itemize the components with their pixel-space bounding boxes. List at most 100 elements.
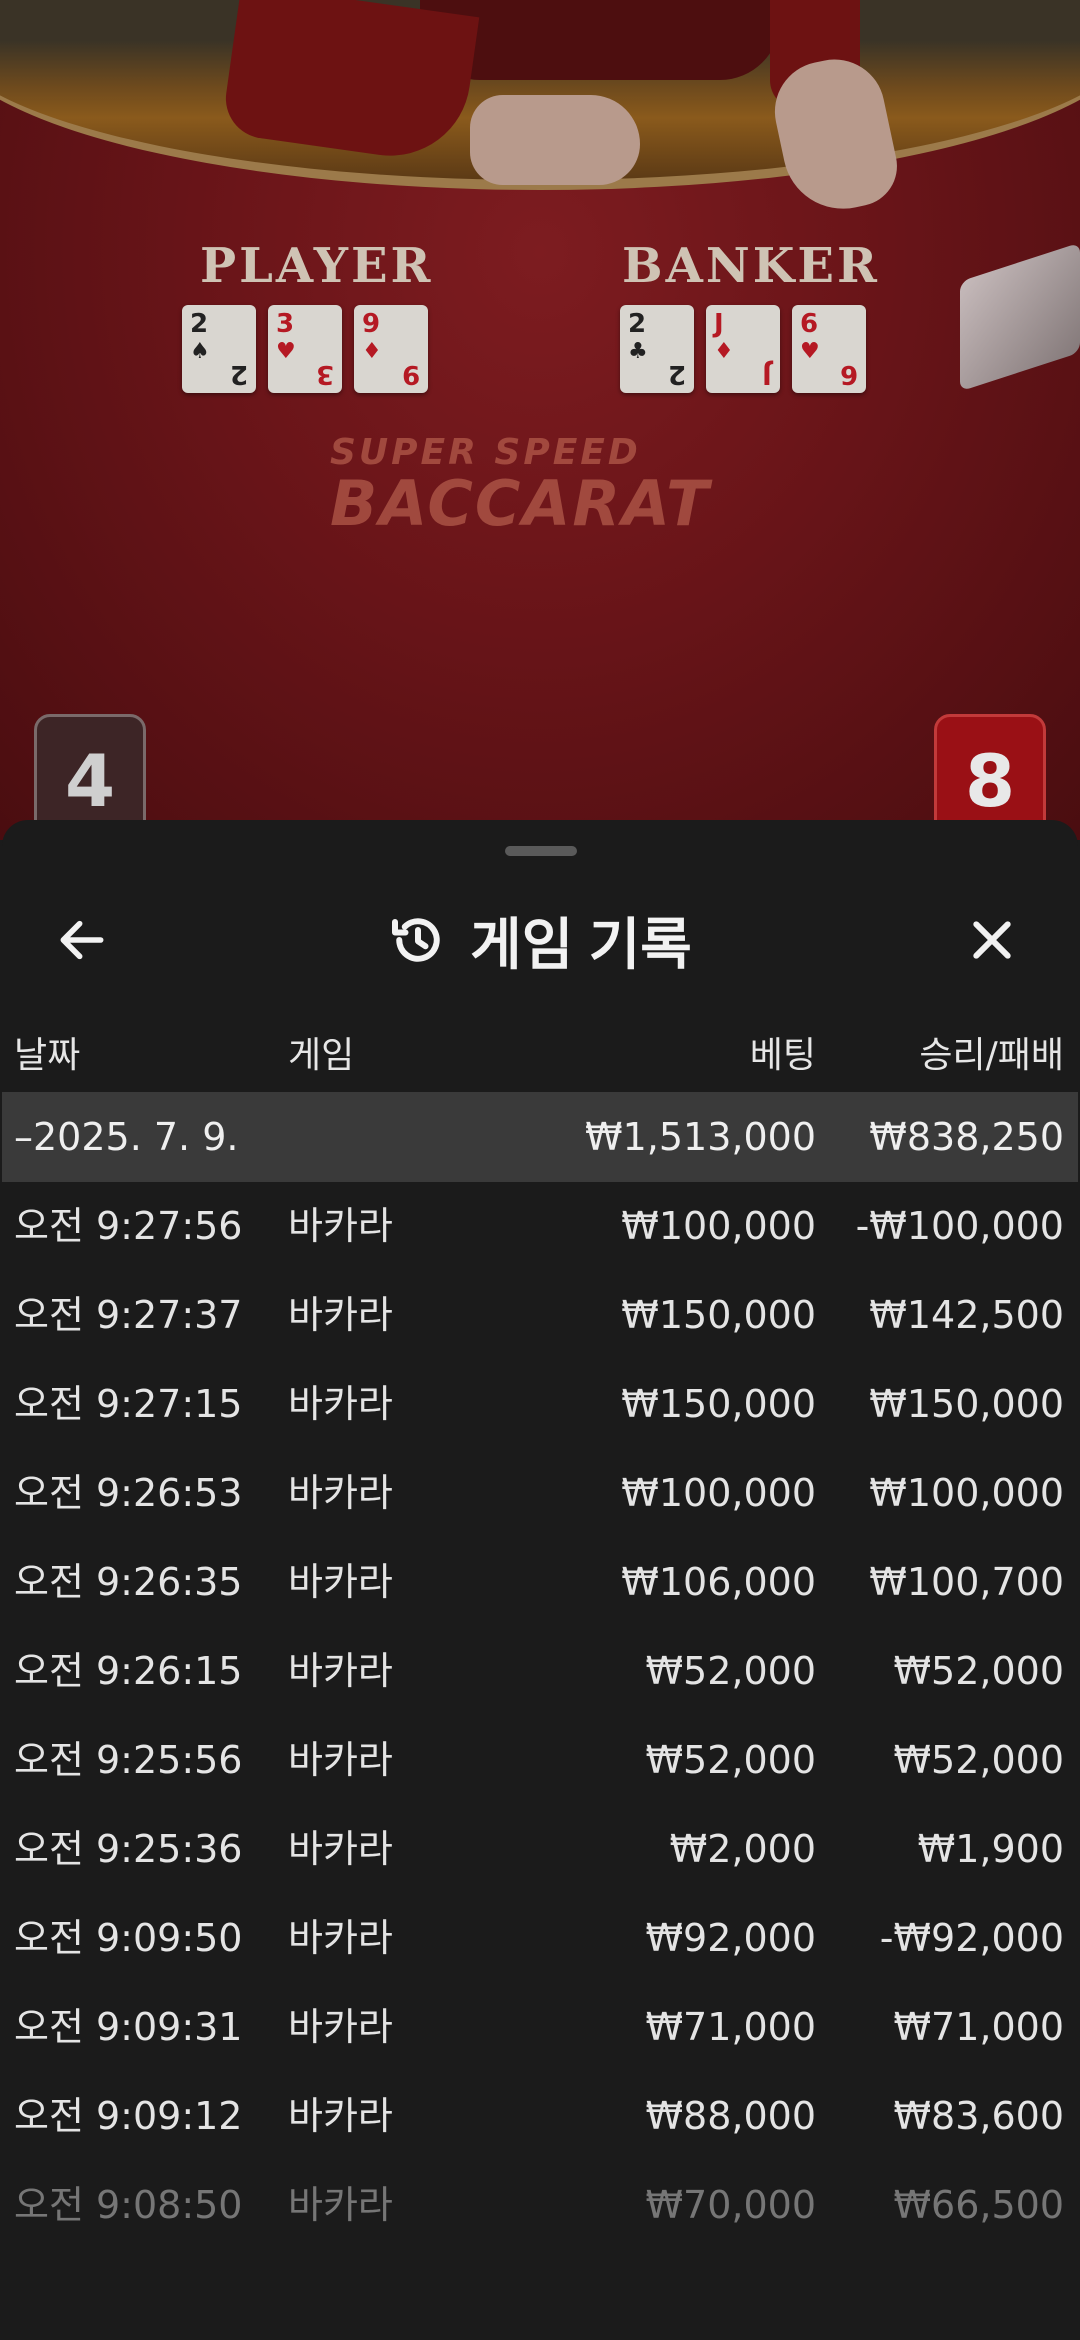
close-icon bbox=[973, 921, 1011, 959]
history-row[interactable]: 오전 9:25:36 바카라 ₩2,000 ₩1,900 bbox=[2, 1805, 1078, 1894]
row-result: ₩142,500 bbox=[869, 1293, 1064, 1337]
row-game: 바카라 bbox=[288, 1649, 393, 1693]
row-time: 오전 9:09:31 bbox=[14, 2005, 243, 2049]
day-summary-row[interactable]: –2025. 7. 9. ₩1,513,000 ₩838,250 bbox=[2, 1092, 1078, 1182]
row-game: 바카라 bbox=[288, 1204, 393, 1248]
card-suit-icon: ♥ bbox=[800, 339, 820, 364]
row-time: 오전 9:08:50 bbox=[14, 2183, 243, 2227]
row-result: ₩52,000 bbox=[893, 1649, 1064, 1693]
history-row[interactable]: 오전 9:09:31 바카라 ₩71,000 ₩71,000 bbox=[2, 1983, 1078, 2072]
row-time: 오전 9:25:36 bbox=[14, 1827, 243, 1871]
back-button[interactable] bbox=[42, 900, 122, 980]
card-suit-icon: ♦ bbox=[362, 339, 382, 364]
history-row[interactable]: 오전 9:27:56 바카라 ₩100,000 -₩100,000 bbox=[2, 1182, 1078, 1271]
column-header-date: 날짜 bbox=[14, 1035, 81, 1076]
row-bet: ₩52,000 bbox=[645, 1738, 816, 1782]
summary-result-total: ₩838,250 bbox=[869, 1115, 1064, 1159]
card-suit-icon: ♥ bbox=[276, 339, 296, 364]
dealer-hand-left bbox=[470, 95, 640, 185]
row-bet: ₩92,000 bbox=[645, 1916, 816, 1960]
row-result: ₩100,000 bbox=[869, 1471, 1064, 1515]
row-game: 바카라 bbox=[288, 1293, 393, 1337]
history-row[interactable]: 오전 9:09:50 바카라 ₩92,000 -₩92,000 bbox=[2, 1894, 1078, 1983]
playing-card: 3 ♥ 3 bbox=[268, 305, 342, 393]
row-bet: ₩2,000 bbox=[669, 1827, 816, 1871]
card-rank: J bbox=[714, 309, 724, 339]
close-button[interactable] bbox=[952, 900, 1032, 980]
row-bet: ₩88,000 bbox=[645, 2094, 816, 2138]
sheet-title: 게임 기록 bbox=[470, 912, 692, 976]
card-rank-inverted: 9 bbox=[401, 359, 420, 389]
row-bet: ₩100,000 bbox=[621, 1471, 816, 1515]
summary-bet-total: ₩1,513,000 bbox=[585, 1115, 816, 1159]
history-row[interactable]: 오전 9:27:15 바카라 ₩150,000 ₩150,000 bbox=[2, 1360, 1078, 1449]
row-result: -₩100,000 bbox=[855, 1204, 1064, 1248]
row-bet: ₩71,000 bbox=[645, 2005, 816, 2049]
row-time: 오전 9:26:53 bbox=[14, 1471, 243, 1515]
card-rank: 6 bbox=[800, 309, 819, 339]
row-bet: ₩150,000 bbox=[621, 1382, 816, 1426]
playing-card: 2 ♠ 2 bbox=[182, 305, 256, 393]
playing-card: J ♦ J bbox=[706, 305, 780, 393]
playing-card: 6 ♥ 6 bbox=[792, 305, 866, 393]
card-suit-icon: ♣ bbox=[628, 339, 648, 364]
summary-date: –2025. 7. 9. bbox=[14, 1115, 239, 1159]
row-result: ₩66,500 bbox=[893, 2183, 1064, 2227]
sheet-header: 게임 기록 bbox=[2, 880, 1078, 1000]
card-rank: 3 bbox=[276, 309, 295, 339]
history-row[interactable]: 오전 9:27:37 바카라 ₩150,000 ₩142,500 bbox=[2, 1271, 1078, 1360]
card-rank-inverted: 2 bbox=[667, 359, 686, 389]
row-time: 오전 9:25:56 bbox=[14, 1738, 243, 1782]
history-row[interactable]: 오전 9:08:50 바카라 ₩70,000 ₩66,500 bbox=[2, 2161, 1078, 2250]
history-list: 오전 9:27:56 바카라 ₩100,000 -₩100,000 오전 9:27:37… bbox=[2, 1182, 1078, 2250]
history-row[interactable]: 오전 9:26:15 바카라 ₩52,000 ₩52,000 bbox=[2, 1627, 1078, 1716]
row-result: ₩150,000 bbox=[869, 1382, 1064, 1426]
player-label: PLAYER bbox=[200, 238, 434, 294]
card-rank: 2 bbox=[190, 309, 209, 339]
row-time: 오전 9:26:35 bbox=[14, 1560, 243, 1604]
card-shoe bbox=[960, 242, 1080, 392]
row-game: 바카라 bbox=[288, 1738, 393, 1782]
card-suit-icon: ♦ bbox=[714, 339, 734, 364]
column-header-result: 승리/패배 bbox=[919, 1035, 1064, 1076]
live-table-video: PLAYER BANKER 2 ♠ 2 3 ♥ 3 9 ♦ 9 2 ♣ 2 J ♦ J 6 ♥ 6 SUPER … bbox=[0, 0, 1080, 840]
row-time: 오전 9:27:56 bbox=[14, 1204, 243, 1248]
arrow-left-icon bbox=[60, 920, 104, 960]
row-game: 바카라 bbox=[288, 1471, 393, 1515]
row-time: 오전 9:27:15 bbox=[14, 1382, 243, 1426]
row-bet: ₩106,000 bbox=[621, 1560, 816, 1604]
row-result: ₩1,900 bbox=[917, 1827, 1064, 1871]
row-game: 바카라 bbox=[288, 2183, 393, 2227]
row-time: 오전 9:26:15 bbox=[14, 1649, 243, 1693]
row-time: 오전 9:09:50 bbox=[14, 1916, 243, 1960]
card-rank-inverted: 2 bbox=[229, 359, 248, 389]
history-row[interactable]: 오전 9:26:53 바카라 ₩100,000 ₩100,000 bbox=[2, 1449, 1078, 1538]
playing-card: 9 ♦ 9 bbox=[354, 305, 428, 393]
row-game: 바카라 bbox=[288, 1916, 393, 1960]
row-game: 바카라 bbox=[288, 1560, 393, 1604]
card-rank: 9 bbox=[362, 309, 381, 339]
row-result: ₩52,000 bbox=[893, 1738, 1064, 1782]
row-result: ₩100,700 bbox=[869, 1560, 1064, 1604]
row-bet: ₩70,000 bbox=[645, 2183, 816, 2227]
logo-line-2: BACCARAT bbox=[330, 467, 711, 540]
history-row[interactable]: 오전 9:26:35 바카라 ₩106,000 ₩100,700 bbox=[2, 1538, 1078, 1627]
card-rank-inverted: 3 bbox=[315, 359, 334, 389]
card-suit-icon: ♠ bbox=[190, 339, 210, 364]
row-game: 바카라 bbox=[288, 1827, 393, 1871]
row-time: 오전 9:27:37 bbox=[14, 1293, 243, 1337]
history-row[interactable]: 오전 9:09:12 바카라 ₩88,000 ₩83,600 bbox=[2, 2072, 1078, 2161]
game-history-sheet: 게임 기록 날짜 게임 베팅 승리/패배 –2025. 7. 9. ₩1,513… bbox=[2, 820, 1078, 2340]
card-rank-inverted: J bbox=[762, 359, 772, 389]
history-row[interactable]: 오전 9:25:56 바카라 ₩52,000 ₩52,000 bbox=[2, 1716, 1078, 1805]
row-game: 바카라 bbox=[288, 1382, 393, 1426]
column-header-bet: 베팅 bbox=[749, 1035, 816, 1076]
table-logo: SUPER SPEED BACCARAT bbox=[330, 432, 830, 540]
sheet-drag-handle[interactable] bbox=[505, 846, 577, 856]
table-header: 날짜 게임 베팅 승리/패배 bbox=[2, 1020, 1078, 1092]
card-rank: 2 bbox=[628, 309, 647, 339]
row-game: 바카라 bbox=[288, 2094, 393, 2138]
row-bet: ₩150,000 bbox=[621, 1293, 816, 1337]
playing-card: 2 ♣ 2 bbox=[620, 305, 694, 393]
row-game: 바카라 bbox=[288, 2005, 393, 2049]
